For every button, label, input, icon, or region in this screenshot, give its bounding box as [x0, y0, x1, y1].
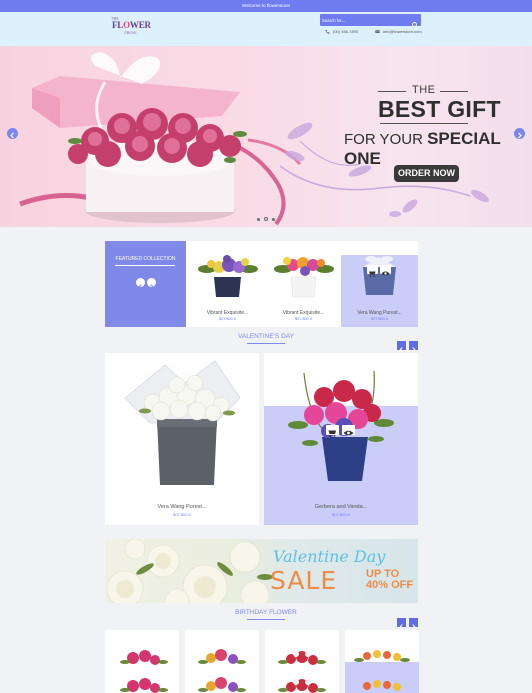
birthday-prev-button[interactable] [397, 618, 406, 629]
valentines-section-title: VALENTINE'S DAY [238, 333, 294, 340]
featured-product-card[interactable]: Vibrant Exquisite... $07.$00.0 [189, 255, 266, 327]
site-logo[interactable]: THE FLOWER GROVE [110, 16, 151, 40]
slider-dot-active[interactable] [264, 217, 268, 221]
product-price: $07.$00.0 [332, 512, 350, 517]
slider-dot[interactable] [257, 217, 260, 221]
product-image [198, 649, 246, 692]
quick-view-button[interactable] [380, 265, 391, 276]
hero-subline: FOR YOUR SPECIAL ONE [344, 129, 501, 168]
welcome-text: Welcome to flowerstore! [241, 3, 291, 8]
product-name: Vera Wang Purest... [357, 310, 402, 316]
birthday-product-card[interactable] [345, 630, 419, 693]
featured-header: FEATURED COLLECTION [105, 241, 186, 327]
featured-next-button[interactable] [147, 278, 156, 289]
featured-product-card[interactable]: Vera Wang Purest... $07.$00.0 [341, 255, 418, 327]
banner-discount-text: UP TO 40% OFF [366, 568, 414, 591]
product-image [120, 650, 168, 693]
email-address: info@flowerstore.com [383, 29, 422, 34]
logo-line3: GROVE [124, 31, 137, 35]
chevron-left-icon [10, 132, 14, 139]
valentine-sale-banner[interactable]: Valentine Day SALE UP TO 40% OFF [105, 539, 418, 603]
product-image [198, 255, 258, 297]
hero-rule-bottom [380, 123, 468, 124]
product-price: $07.$00.0 [173, 512, 191, 517]
valentines-product-card[interactable]: Gerbera and Vanda... $07.$00.0 [264, 353, 418, 525]
hero-line-the: THE [412, 84, 436, 96]
featured-prev-button[interactable] [136, 278, 145, 289]
valentines-prev-button[interactable] [397, 341, 406, 352]
product-name: Vera Wang Purest... [157, 504, 207, 510]
logo-line2: FLOWER [112, 20, 151, 30]
product-price: $07.$00.0 [371, 317, 388, 321]
phone-number: (00) 456-7890 [333, 29, 359, 34]
slider-dots [257, 217, 275, 221]
slider-dot[interactable] [272, 217, 275, 221]
product-price: $07.$00.0 [295, 317, 312, 321]
banner-script-text: Valentine Day [273, 547, 386, 566]
search-button[interactable] [411, 16, 419, 29]
valentines-next-button[interactable] [409, 341, 418, 352]
hero-rule-right [440, 91, 468, 92]
add-to-cart-button[interactable] [367, 265, 378, 277]
search-icon [412, 22, 419, 29]
cart-icon [328, 430, 336, 437]
welcome-bar: Welcome to flowerstore! [0, 0, 532, 12]
banner-sale-text: SALE [270, 566, 338, 595]
product-name: Vibrant Exquisite... [206, 310, 249, 316]
search-bar [320, 14, 421, 29]
product-image [363, 256, 396, 295]
order-now-button[interactable]: ORDER NOW [394, 165, 459, 182]
phone-contact[interactable]: (00) 456-7890 [325, 29, 358, 34]
birthday-next-button[interactable] [409, 618, 418, 629]
phone-icon [325, 29, 330, 34]
chevron-left-icon [138, 284, 142, 289]
product-image [354, 650, 410, 691]
eye-icon [343, 430, 354, 436]
birthday-product-card[interactable] [185, 630, 259, 693]
hero-headline: BEST GIFT [378, 96, 501, 122]
quick-view-button[interactable] [342, 425, 355, 436]
site-header: THE FLOWER GROVE (00) 456-7890 info@flow… [0, 12, 532, 46]
featured-product-card[interactable]: Vibrant Exquisite... $07.$00.0 [265, 255, 342, 327]
hero-next-button[interactable] [514, 128, 525, 139]
product-price: $07.$00.0 [219, 317, 236, 321]
valentines-title-underline [247, 343, 285, 344]
product-image [288, 370, 394, 481]
featured-title: FEATURED COLLECTION [115, 256, 176, 262]
product-image [274, 257, 334, 298]
email-contact[interactable]: info@flowerstore.com [375, 29, 422, 34]
featured-collection: FEATURED COLLECTION Vibrant Exquisite...… [105, 241, 418, 327]
mail-icon [375, 29, 380, 33]
product-image [124, 360, 241, 485]
birthday-product-card[interactable] [265, 630, 339, 693]
eye-icon [381, 271, 390, 276]
hero-prev-button[interactable] [7, 128, 18, 139]
search-input[interactable] [322, 16, 408, 24]
hero-rule-left [378, 91, 406, 92]
featured-title-underline [115, 265, 175, 266]
birthday-title-underline [247, 619, 285, 620]
cart-icon [369, 271, 376, 277]
hero-slider: THE BEST GIFT FOR YOUR SPECIAL ONE ORDER… [0, 46, 532, 227]
add-to-cart-button[interactable] [326, 425, 339, 437]
product-name: Gerbera and Vanda... [314, 504, 368, 510]
chevron-right-icon [518, 132, 522, 139]
chevron-right-icon [150, 284, 154, 289]
birthday-product-card[interactable] [105, 630, 179, 693]
product-image [278, 651, 326, 693]
valentines-product-card[interactable]: Vera Wang Purest... $07.$00.0 [105, 353, 259, 525]
product-name: Vibrant Exquisite... [282, 310, 325, 316]
birthday-section-title: BIRTHDAY FLOWER [235, 609, 297, 616]
